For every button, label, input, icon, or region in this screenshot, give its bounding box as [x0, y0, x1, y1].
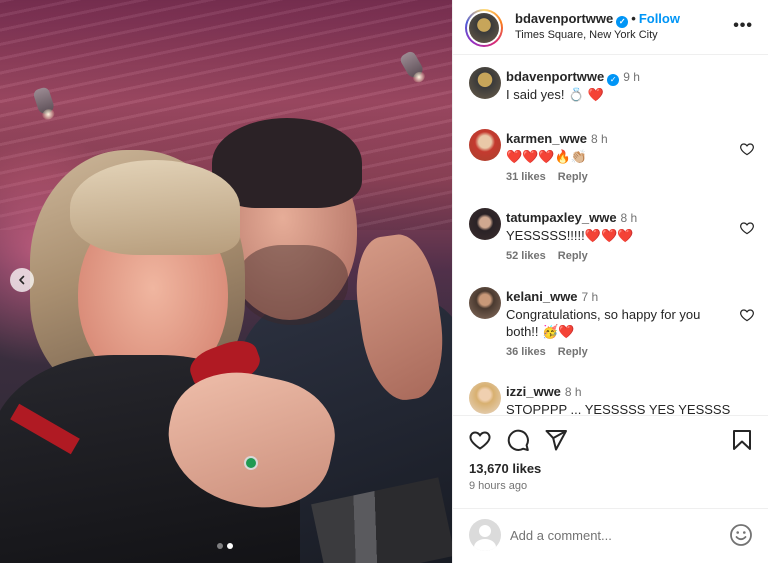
add-comment-input[interactable]: [510, 524, 710, 546]
verified-badge-icon: ✓: [616, 15, 629, 28]
comment-likes[interactable]: 36 likes: [506, 346, 546, 358]
comment-text: Congratulations, so happy for you both!!…: [506, 307, 701, 339]
post-sidebar: bdavenportwwe ✓ • Follow Times Square, New …: [452, 0, 768, 563]
comment-username[interactable]: tatumpaxley_wwe: [506, 210, 617, 225]
reply-button[interactable]: Reply: [558, 250, 588, 262]
post-header: bdavenportwwe ✓ • Follow Times Square, New …: [453, 0, 768, 55]
follow-button[interactable]: Follow: [639, 11, 680, 26]
like-heart-icon[interactable]: [468, 428, 492, 452]
post-timestamp[interactable]: 9 hours ago: [469, 480, 527, 492]
verified-badge-icon: ✓: [607, 73, 620, 86]
heart-icon[interactable]: [739, 220, 755, 236]
carousel-dot-active: [227, 543, 233, 549]
chevron-left-icon: [19, 275, 25, 285]
comment-text: ❤️❤️❤️🔥👏🏼: [506, 149, 587, 164]
author-username[interactable]: bdavenportwwe: [515, 11, 613, 26]
engagement-ring: [244, 456, 258, 470]
heart-icon[interactable]: [739, 141, 755, 157]
carousel-prev-button[interactable]: [10, 268, 34, 292]
comment-username[interactable]: karmen_wwe: [506, 131, 587, 146]
comment-meta: 52 likes Reply: [506, 248, 731, 265]
comment-time[interactable]: 8 h: [591, 132, 608, 146]
like-count[interactable]: 13,670 likes: [469, 461, 541, 476]
comments-list[interactable]: bdavenportwwe ✓ 9 h I said yes! 💍 ❤️ karme…: [453, 55, 768, 415]
comment-meta: 36 likes Reply: [506, 344, 731, 361]
avatar[interactable]: [469, 382, 501, 414]
comment-username[interactable]: kelani_wwe: [506, 289, 578, 304]
comment-text: I said yes! 💍 ❤️: [506, 87, 605, 102]
comment-time[interactable]: 8 h: [565, 385, 582, 399]
comment-text: STOPPPP ... YESSSSS YES YESSSS: [506, 402, 731, 415]
author-avatar[interactable]: [465, 9, 503, 47]
comment-time[interactable]: 8 h: [621, 211, 638, 225]
author-line: bdavenportwwe ✓ • Follow: [515, 11, 680, 28]
comment-meta: 31 likes Reply: [506, 169, 731, 186]
comment-username[interactable]: izzi_wwe: [506, 384, 561, 399]
avatar[interactable]: [469, 208, 501, 240]
bookmark-icon[interactable]: [730, 428, 754, 452]
heart-icon[interactable]: [739, 307, 755, 323]
avatar[interactable]: [469, 67, 501, 99]
comment-username[interactable]: bdavenportwwe: [506, 69, 604, 84]
carousel-dots: [217, 543, 233, 549]
carousel-dot: [217, 543, 223, 549]
post-location[interactable]: Times Square, New York City: [515, 29, 658, 41]
comment-likes[interactable]: 31 likes: [506, 171, 546, 183]
comment-text: YESSSSS!!!!!❤️❤️❤️: [506, 228, 634, 243]
comment-time[interactable]: 7 h: [582, 290, 599, 304]
share-send-icon[interactable]: [544, 428, 568, 452]
post-photo[interactable]: [0, 0, 452, 563]
comment-time[interactable]: 9 h: [623, 70, 640, 84]
comment-likes[interactable]: 52 likes: [506, 250, 546, 262]
reply-button[interactable]: Reply: [558, 346, 588, 358]
user-avatar: [469, 519, 501, 551]
more-options-button[interactable]: •••: [733, 17, 753, 35]
add-comment-bar: [453, 508, 768, 563]
separator-dot: •: [631, 11, 636, 26]
avatar[interactable]: [469, 287, 501, 319]
post-actions: 13,670 likes 9 hours ago: [453, 415, 768, 515]
reply-button[interactable]: Reply: [558, 171, 588, 183]
man-beard: [238, 245, 348, 325]
emoji-icon[interactable]: [729, 523, 753, 547]
avatar[interactable]: [469, 129, 501, 161]
comment-bubble-icon[interactable]: [506, 428, 530, 452]
woman-bangs: [70, 160, 240, 255]
